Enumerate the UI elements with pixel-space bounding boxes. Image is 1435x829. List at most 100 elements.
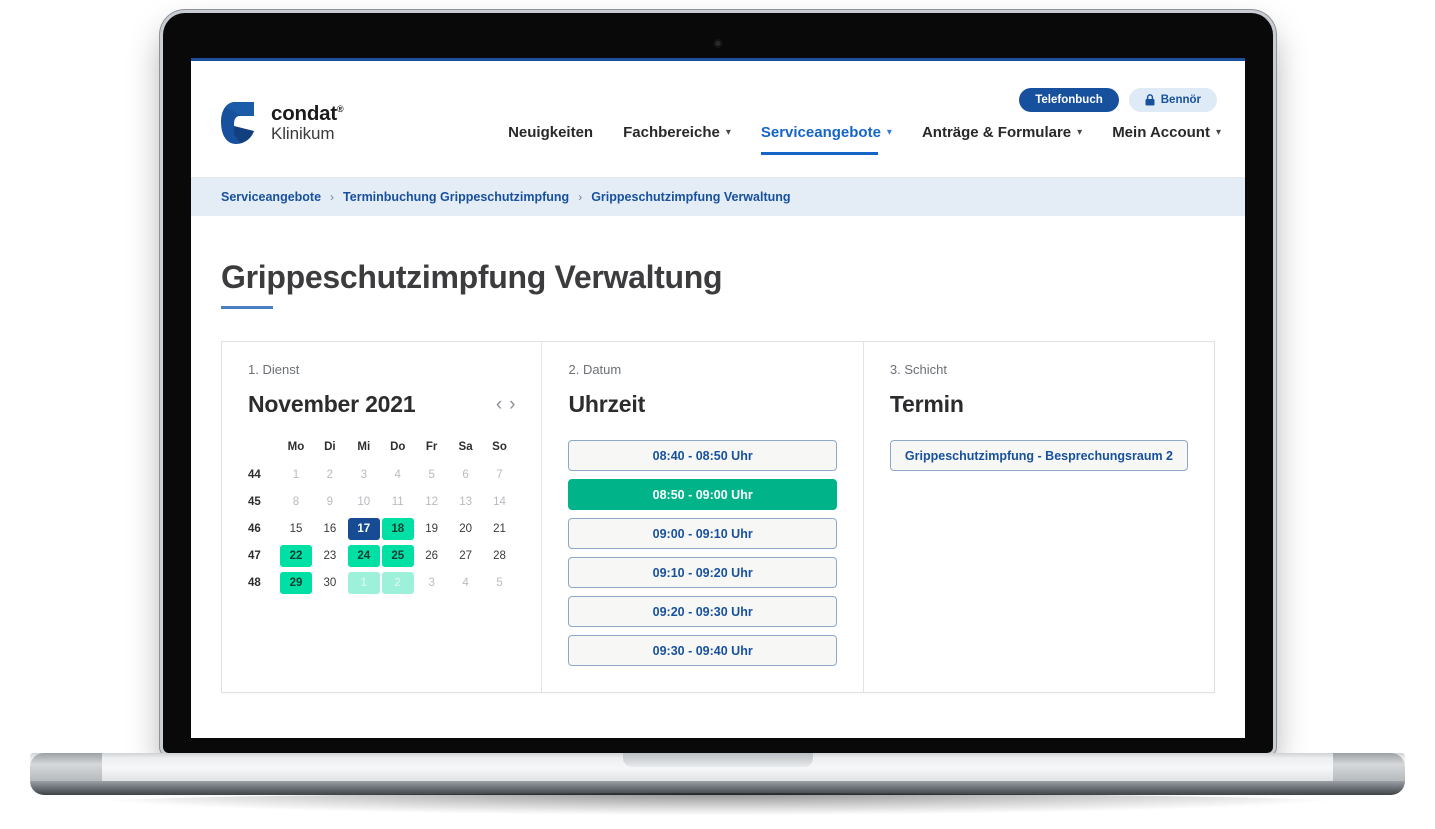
phonebook-button[interactable]: Telefonbuch: [1019, 88, 1119, 112]
calendar-day[interactable]: 29: [280, 572, 312, 594]
nav-label: Neuigkeiten: [508, 124, 594, 141]
account-button[interactable]: Bennör: [1128, 88, 1217, 112]
calendar-day: 13: [459, 496, 472, 508]
weekday-header: Mo: [287, 441, 305, 453]
booking-card: 1. Dienst November 2021 ‹ › Mo Di Mi Do Fr Sa…: [221, 341, 1215, 693]
account-label: Bennör: [1160, 94, 1201, 106]
title-underline: [221, 306, 273, 309]
calendar-day[interactable]: 1: [347, 572, 380, 594]
calendar-day: 12: [425, 496, 439, 508]
chevron-down-icon: ▾: [1077, 127, 1083, 138]
page-content: Grippeschutzimpfung Verwaltung 1. Dienst…: [191, 259, 1245, 693]
weekday-header: Di: [324, 441, 336, 453]
weekday-header: So: [492, 441, 507, 453]
breadcrumb-item-2[interactable]: Terminbuchung Grippeschutzimpfung: [343, 190, 569, 204]
laptop-base-notch: [622, 753, 813, 767]
brand-subtitle: Klinikum: [271, 123, 335, 143]
calendar-day[interactable]: 16: [314, 518, 346, 540]
calendar-day[interactable]: 15: [280, 518, 312, 540]
laptop-base-right-edge: [1333, 753, 1405, 781]
breadcrumb: Serviceangebote › Terminbuchung Grippesc…: [191, 178, 1245, 216]
nav-item-neuigkeiten[interactable]: Neuigkeiten: [508, 124, 593, 155]
column-datum: 2. Datum Uhrzeit 08:40 - 08:50 Uhr 08:50 …: [542, 342, 864, 692]
calendar-day[interactable]: 20: [450, 518, 482, 540]
time-slot-button[interactable]: 09:30 - 09:40 Uhr: [568, 635, 837, 666]
uhrzeit-heading: Uhrzeit: [568, 391, 646, 417]
calendar-day[interactable]: 21: [484, 518, 516, 540]
laptop-base-left-edge: [30, 753, 102, 781]
calendar-day: 1: [292, 469, 300, 481]
weekday-header: Do: [390, 441, 406, 453]
calendar-day[interactable]: 2: [381, 572, 414, 594]
page-title: Grippeschutzimpfung Verwaltung: [221, 259, 723, 295]
calendar-day[interactable]: 27: [450, 545, 482, 567]
chevron-down-icon: ▾: [886, 127, 892, 138]
calendar-day: 5: [428, 469, 435, 481]
calendar-day: 14: [493, 496, 506, 508]
calendar-day[interactable]: 25: [381, 545, 414, 567]
time-slot-button[interactable]: 09:20 - 09:30 Uhr: [568, 596, 837, 627]
main-navigation: Neuigkeiten Fachbereiche ▾ Serviceangebo…: [508, 124, 1221, 155]
calendar-month-label: November 2021: [248, 391, 416, 417]
week-number: 45: [248, 496, 261, 508]
nav-label: Mein Account: [1112, 124, 1210, 141]
termin-option-button[interactable]: Grippeschutzimpfung - Besprechungsraum 2: [889, 440, 1188, 471]
week-number: 48: [248, 577, 261, 589]
lock-icon: [1145, 94, 1155, 106]
week-number: 47: [248, 550, 261, 562]
time-slot-button-selected[interactable]: 08:50 - 09:00 Uhr: [568, 479, 837, 510]
prev-month-button[interactable]: ‹: [496, 395, 502, 414]
laptop-drop-shadow: [70, 793, 1365, 815]
calendar-day: 10: [357, 496, 371, 508]
calendar-day-selected[interactable]: 17: [347, 518, 380, 540]
time-slot-button[interactable]: 09:00 - 09:10 Uhr: [568, 518, 837, 549]
registered-mark: ®: [337, 104, 344, 115]
calendar-day: 4: [394, 469, 401, 481]
calendar-day[interactable]: 18: [381, 518, 414, 540]
termin-heading: Termin: [889, 391, 964, 417]
webcam-icon: [713, 39, 723, 48]
breadcrumb-separator: ›: [578, 190, 583, 204]
calendar-day[interactable]: 24: [347, 545, 380, 567]
site-header: condat® Klinikum Telefonbuch Bennör Neui…: [191, 61, 1245, 178]
nav-item-antraege-formulare[interactable]: Anträge & Formulare ▾: [922, 124, 1082, 155]
calendar-header: November 2021 ‹ ›: [248, 391, 515, 418]
calendar-month-nav: ‹ ›: [496, 395, 516, 414]
calendar-day: 2: [326, 469, 334, 481]
calendar-day: 6: [462, 469, 469, 481]
nav-item-fachbereiche[interactable]: Fachbereiche ▾: [623, 124, 731, 155]
brand-name: condat®: [271, 101, 344, 125]
time-slot-button[interactable]: 08:40 - 08:50 Uhr: [568, 440, 837, 471]
nav-label: Fachbereiche: [623, 124, 720, 141]
breadcrumb-item-3[interactable]: Grippeschutzimpfung Verwaltung: [591, 190, 790, 204]
calendar-day[interactable]: 28: [484, 545, 516, 567]
breadcrumb-item-1[interactable]: Serviceangebote: [221, 190, 321, 204]
calendar-day: 3: [428, 577, 435, 589]
calendar-day[interactable]: 23: [314, 545, 346, 567]
calendar-day[interactable]: 30: [314, 572, 346, 594]
brand-logo[interactable]: condat® Klinikum: [221, 100, 344, 146]
calendar-day[interactable]: 19: [416, 518, 448, 540]
condat-logo-icon: [221, 102, 254, 144]
nav-item-serviceangebote[interactable]: Serviceangebote ▾: [760, 124, 892, 155]
calendar-day: 11: [391, 496, 404, 508]
calendar-day[interactable]: 22: [280, 545, 312, 567]
next-month-button[interactable]: ›: [509, 395, 515, 414]
browser-viewport: condat® Klinikum Telefonbuch Bennör Neui…: [191, 58, 1245, 738]
breadcrumb-separator: ›: [330, 190, 335, 204]
time-slot-button[interactable]: 09:10 - 09:20 Uhr: [568, 557, 837, 588]
calendar-grid: Mo Di Mi Do Fr Sa So 44 1 2 3 4 5 6 7 45 8 9 10 11 12 13 14 46 1…: [248, 441, 515, 594]
step-label-datum: 2. Datum: [568, 362, 622, 377]
nav-item-mein-account[interactable]: Mein Account ▾: [1112, 124, 1221, 155]
calendar-day: 5: [496, 577, 503, 589]
termin-option-list: Grippeschutzimpfung - Besprechungsraum 2: [889, 440, 1188, 471]
calendar-day: 4: [462, 577, 469, 589]
calendar-corner-cell: [248, 441, 278, 459]
calendar-day: 8: [292, 496, 300, 508]
column-schicht: 3. Schicht Termin Grippeschutzimpfung - …: [864, 342, 1214, 692]
weekday-header: Mi: [357, 441, 371, 453]
calendar-day[interactable]: 26: [416, 545, 448, 567]
nav-label: Serviceangebote: [760, 124, 881, 141]
laptop-base: [30, 753, 1405, 815]
week-number: 46: [248, 523, 261, 535]
